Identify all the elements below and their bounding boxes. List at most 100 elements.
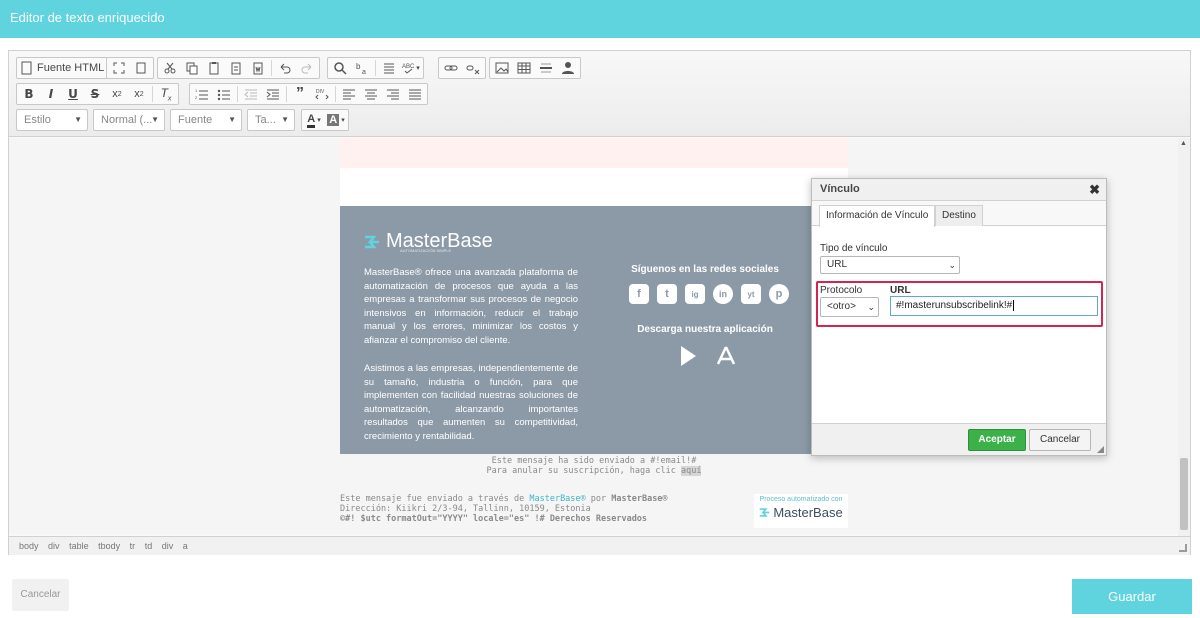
chevron-down-icon: ▾ (416, 65, 420, 72)
path-item[interactable]: div (48, 541, 60, 551)
path-item[interactable]: body (19, 541, 39, 551)
email-paragraph-2: Asistimos a las empresas, independientem… (364, 363, 578, 442)
spellcheck-button[interactable]: ABC ▾ (400, 58, 422, 78)
redo-button[interactable] (296, 58, 318, 78)
cancel-button[interactable]: Cancelar (12, 579, 69, 611)
path-item[interactable]: tbody (98, 541, 120, 551)
style-combo-label: Estilo (24, 114, 51, 126)
path-item[interactable]: div (162, 541, 174, 551)
create-div-button[interactable]: DIV (311, 84, 333, 104)
footer-line-1: Este mensaje fue enviado a través de Mas… (340, 494, 740, 504)
superscript-button[interactable]: x2 (128, 84, 150, 104)
outdent-button[interactable] (240, 84, 262, 104)
dialog-titlebar[interactable]: Vínculo ✖ (812, 179, 1106, 201)
outdent-icon (244, 89, 257, 100)
link-button[interactable] (440, 58, 462, 78)
paste-button[interactable] (203, 58, 225, 78)
font-combo[interactable]: Fuente ▼ (170, 109, 242, 131)
sent-note-line-2: Para anular su suscripción, haga clic aq… (340, 466, 848, 476)
save-button[interactable]: Guardar (1072, 579, 1192, 614)
masterbase-logo-icon (365, 235, 379, 248)
paste-text-button[interactable] (225, 58, 247, 78)
document-icon (21, 61, 32, 75)
table-button[interactable] (513, 58, 535, 78)
google-play-icon[interactable] (676, 344, 700, 368)
editor-resize-handle[interactable] (1179, 544, 1187, 552)
tab-target[interactable]: Destino (935, 205, 983, 226)
protocol-label: Protocolo (820, 285, 863, 296)
user-button[interactable] (557, 58, 579, 78)
bulleted-list-button[interactable] (213, 84, 235, 104)
image-button[interactable] (491, 58, 513, 78)
maximize-button[interactable] (108, 58, 130, 78)
link-type-select[interactable]: URL ⌄ (820, 256, 960, 274)
masterbase-link[interactable]: MasterBase® (529, 494, 585, 504)
source-html-label: Fuente HTML (37, 62, 105, 74)
source-html-button[interactable]: Fuente HTML (18, 58, 106, 78)
justify-button[interactable] (404, 84, 426, 104)
masterbase-logo-icon (760, 508, 770, 517)
paste-word-button[interactable] (247, 58, 269, 78)
blockquote-button[interactable]: ” (289, 84, 311, 104)
style-combo[interactable]: Estilo ▼ (16, 109, 88, 131)
accept-button[interactable]: Aceptar (968, 429, 1026, 451)
undo-button[interactable] (274, 58, 296, 78)
strikethrough-button[interactable]: S (84, 84, 106, 104)
size-combo[interactable]: Ta... ▼ (247, 109, 295, 131)
twitter-icon[interactable]: t (657, 284, 677, 304)
copy-button[interactable] (181, 58, 203, 78)
align-right-button[interactable] (382, 84, 404, 104)
scroll-up-icon[interactable]: ▲ (1180, 140, 1187, 147)
instagram-icon[interactable]: ig (685, 284, 705, 304)
path-item[interactable]: tr (130, 541, 136, 551)
underline-button[interactable]: U (62, 84, 84, 104)
unsubscribe-link[interactable]: aquí (680, 466, 702, 476)
align-left-button[interactable] (338, 84, 360, 104)
url-input[interactable]: #!masterunsubscribelink!# (890, 296, 1098, 316)
unlink-button[interactable] (462, 58, 484, 78)
dialog-cancel-button[interactable]: Cancelar (1029, 429, 1091, 451)
background-color-button[interactable]: A ▾ (325, 110, 347, 130)
toolbar-separator (335, 86, 336, 102)
bold-button[interactable]: B (18, 84, 40, 104)
dialog-resize-handle[interactable] (1097, 446, 1104, 453)
replace-button[interactable]: ba (351, 58, 373, 78)
logo-subtitle: AUTOMATIZACIÓN SIMPLE (400, 248, 452, 253)
modal-title: Editor de texto enriquecido (10, 10, 165, 25)
show-blocks-button[interactable] (130, 58, 152, 78)
text-color-button[interactable]: A ▾ (303, 110, 325, 130)
modal-header: Editor de texto enriquecido (0, 0, 1200, 38)
toolbar-group-paragraph: 12 ” DIV (189, 83, 428, 105)
youtube-icon[interactable]: yt (741, 284, 761, 304)
align-center-button[interactable] (360, 84, 382, 104)
editor-scrollbar[interactable]: ▲ ▼ (1178, 138, 1190, 548)
chevron-down-icon: ▼ (151, 115, 159, 124)
text-cursor (1013, 300, 1015, 311)
indent-button[interactable] (262, 84, 284, 104)
numbered-list-button[interactable]: 12 (191, 84, 213, 104)
chevron-down-icon: ▼ (281, 115, 289, 124)
select-all-button[interactable] (378, 58, 400, 78)
horizontal-rule-button[interactable] (535, 58, 557, 78)
path-item[interactable]: table (69, 541, 89, 551)
path-item[interactable]: a (183, 541, 188, 551)
cut-button[interactable] (159, 58, 181, 78)
footer-logo-text: MasterBase (773, 505, 843, 520)
scroll-thumb[interactable] (1180, 458, 1188, 530)
protocol-select[interactable]: <otro> ⌄ (820, 297, 879, 317)
tab-link-info[interactable]: Información de Vínculo (819, 205, 936, 227)
format-combo[interactable]: Normal (... ▼ (93, 109, 165, 131)
italic-button[interactable]: I (40, 84, 62, 104)
url-label: URL (890, 285, 911, 296)
find-button[interactable] (329, 58, 351, 78)
dialog-title: Vínculo (820, 183, 860, 195)
close-icon[interactable]: ✖ (1089, 179, 1100, 200)
subscript-button[interactable]: x2 (106, 84, 128, 104)
pinterest-icon[interactable]: p (769, 284, 789, 304)
linkedin-icon[interactable]: in (713, 284, 733, 304)
path-item[interactable]: td (145, 541, 153, 551)
remove-format-button[interactable]: Tx (155, 84, 177, 104)
facebook-icon[interactable]: f (629, 284, 649, 304)
replace-icon: ba (356, 62, 366, 75)
app-store-icon[interactable] (714, 344, 738, 368)
